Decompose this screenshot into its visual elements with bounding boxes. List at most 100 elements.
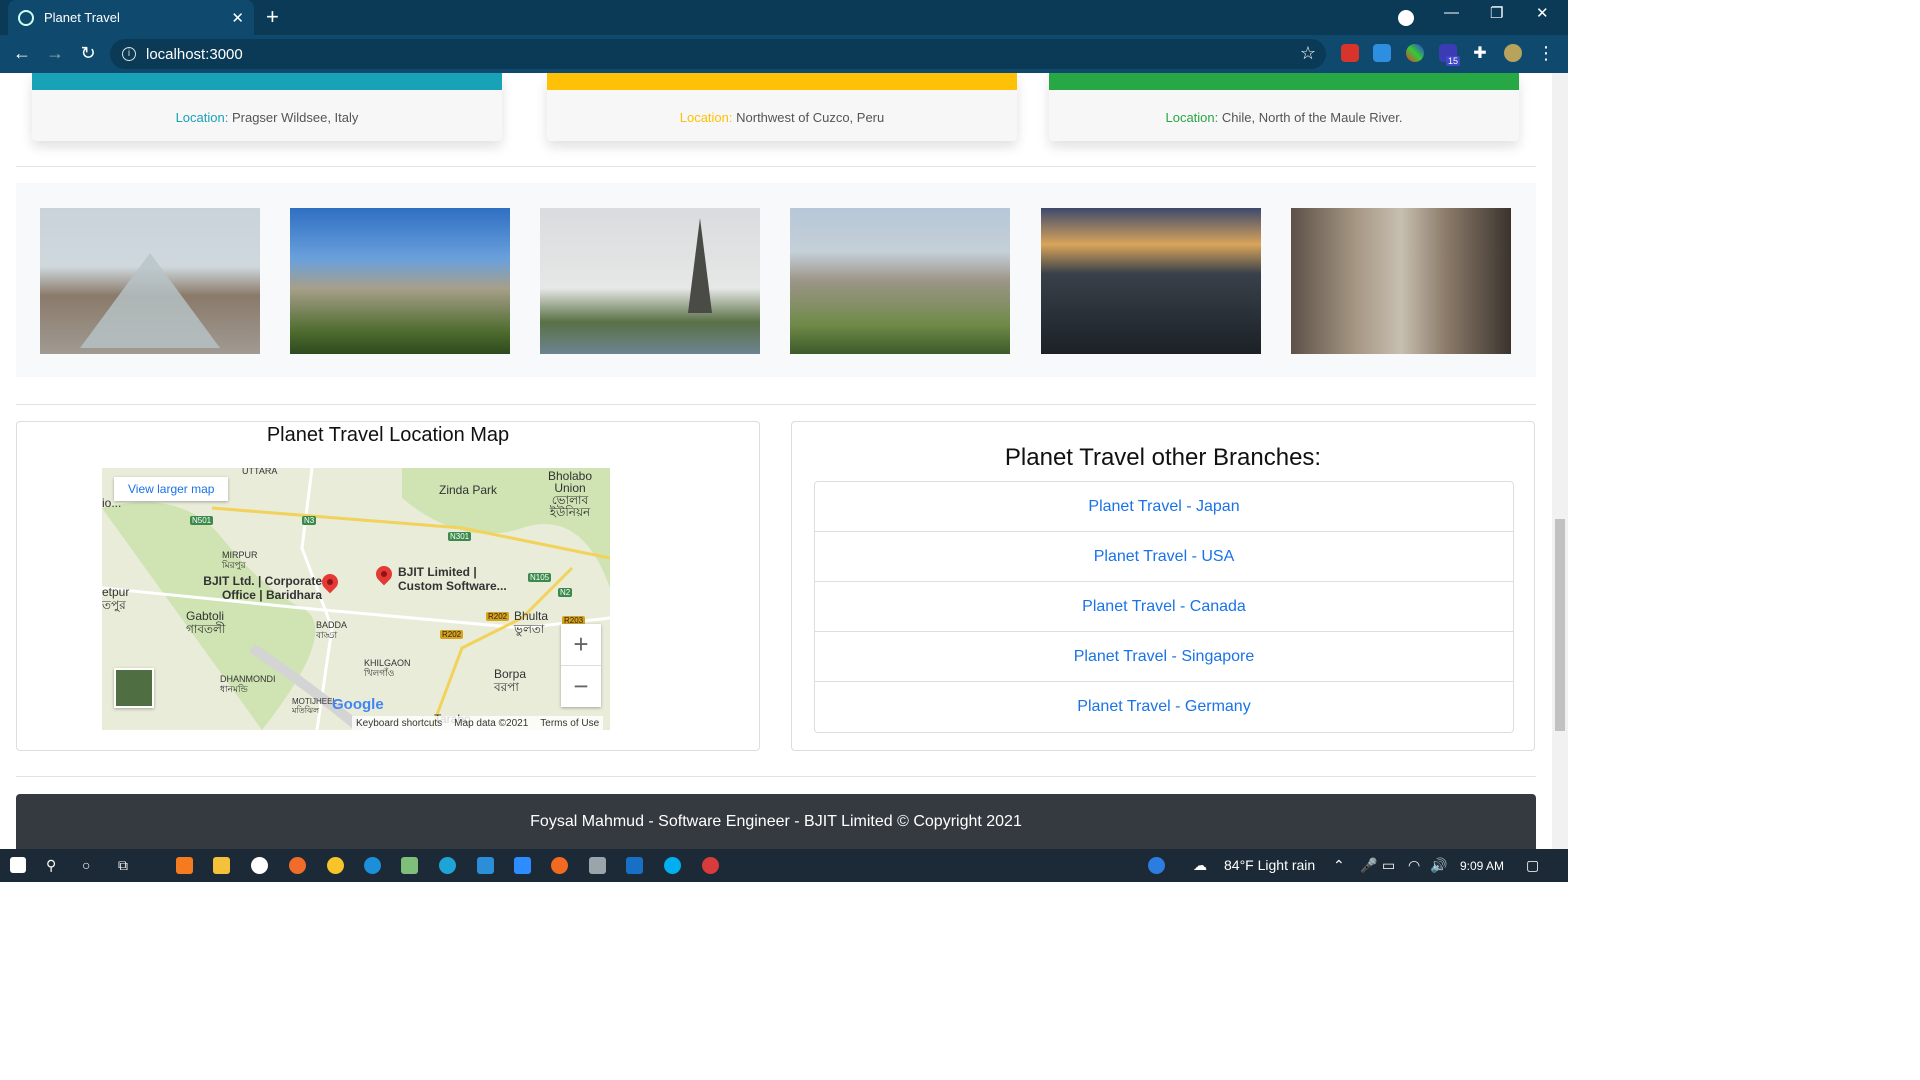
extension-1-icon[interactable] bbox=[1341, 44, 1359, 62]
notepad-icon[interactable] bbox=[401, 857, 418, 874]
calculator-icon[interactable] bbox=[589, 857, 606, 874]
pyramid-shape bbox=[80, 253, 220, 348]
location-card: Location: Pragser Wildsee, Italy bbox=[32, 73, 502, 141]
card-color-bar bbox=[1049, 73, 1519, 90]
browser-tab[interactable]: Planet Travel ✕ bbox=[8, 0, 254, 35]
divider bbox=[16, 166, 1536, 167]
outlook-icon[interactable] bbox=[626, 857, 643, 874]
branch-link[interactable]: Planet Travel - Germany bbox=[815, 682, 1513, 732]
vscode-icon[interactable] bbox=[477, 857, 494, 874]
tab-title: Planet Travel bbox=[44, 10, 120, 25]
edge-icon[interactable] bbox=[439, 857, 456, 874]
help-icon[interactable] bbox=[1148, 857, 1165, 874]
map-label: Zinda Park bbox=[439, 483, 498, 497]
reload-icon[interactable]: ↻ bbox=[77, 43, 99, 64]
branch-link[interactable]: Planet Travel - Japan bbox=[815, 482, 1513, 532]
notifications-icon[interactable]: ▢ bbox=[1526, 857, 1539, 874]
map-attribution: Keyboard shortcuts Map data ©2021 Terms … bbox=[352, 716, 604, 730]
notre-dame-photo[interactable] bbox=[290, 208, 510, 354]
volume-icon[interactable]: 🔊 bbox=[1430, 857, 1447, 874]
location-card: Location: Chile, North of the Maule Rive… bbox=[1049, 73, 1519, 141]
firefox-icon[interactable] bbox=[551, 857, 568, 874]
github-icon[interactable] bbox=[251, 857, 268, 874]
microphone-icon[interactable]: 🎤 bbox=[1360, 857, 1377, 874]
zoom-in-button[interactable]: + bbox=[561, 624, 601, 665]
page-scrollbar[interactable] bbox=[1552, 73, 1568, 849]
map-label: BJIT Limited | Custom Software... bbox=[398, 565, 507, 593]
page-footer: Foysal Mahmud - Software Engineer - BJIT… bbox=[16, 794, 1536, 849]
branch-link[interactable]: Planet Travel - USA bbox=[815, 532, 1513, 582]
road-badge: R202 bbox=[440, 630, 464, 639]
location-map[interactable]: View larger map UTTARA Zinda Park Bholab… bbox=[102, 468, 610, 730]
terms-of-use-link[interactable]: Terms of Use bbox=[540, 718, 599, 729]
zoom-control: + − bbox=[561, 624, 601, 707]
map-label: DHANMONDI ধানমন্ডি bbox=[220, 674, 276, 694]
back-icon[interactable]: ← bbox=[11, 43, 33, 64]
postman-icon[interactable] bbox=[289, 857, 306, 874]
map-label: Gabtoli গাবতলী bbox=[186, 609, 226, 636]
satellite-toggle[interactable] bbox=[114, 668, 154, 708]
profile-menu-icon[interactable] bbox=[1398, 10, 1414, 26]
weather-icon[interactable]: ☁ bbox=[1193, 857, 1207, 874]
chrome-icon[interactable] bbox=[327, 857, 344, 874]
battery-icon[interactable]: ▭ bbox=[1382, 857, 1395, 874]
extension-badge: 15 bbox=[1446, 56, 1461, 66]
branch-link[interactable]: Planet Travel - Singapore bbox=[815, 632, 1513, 682]
url-text: localhost:3000 bbox=[146, 45, 243, 63]
extensions-puzzle-icon[interactable]: ✚ bbox=[1469, 43, 1491, 63]
task-view-icon[interactable]: ⧉ bbox=[118, 857, 128, 874]
app2-icon[interactable] bbox=[702, 857, 719, 874]
zoom-icon[interactable] bbox=[514, 857, 531, 874]
card-color-bar bbox=[547, 73, 1017, 90]
minimize-button[interactable]: — bbox=[1444, 4, 1459, 21]
scrollbar-thumb[interactable] bbox=[1555, 519, 1565, 731]
card-color-bar bbox=[32, 73, 502, 90]
forward-icon[interactable]: → bbox=[44, 43, 66, 64]
xampp-icon[interactable] bbox=[176, 857, 193, 874]
weather-text[interactable]: 84°F Light rain bbox=[1224, 857, 1315, 873]
browser-menu-icon[interactable]: ⋮ bbox=[1535, 43, 1557, 64]
branches-list: Planet Travel - Japan Planet Travel - US… bbox=[814, 481, 1514, 733]
file-explorer-icon[interactable] bbox=[213, 857, 230, 874]
road-badge: N3 bbox=[302, 516, 317, 525]
browser-toolbar: ← → ↻ i localhost:3000 ☆ 15 ✚ ⋮ bbox=[0, 35, 1568, 73]
browser-tabbar: Planet Travel ✕ + — ❐ ✕ bbox=[0, 0, 1568, 35]
zoom-out-button[interactable]: − bbox=[561, 666, 601, 707]
eiffel-tower-photo[interactable] bbox=[540, 208, 760, 354]
maximize-button[interactable]: ❐ bbox=[1490, 4, 1503, 22]
windows-start-icon[interactable] bbox=[10, 857, 26, 873]
search-icon[interactable]: ⚲ bbox=[46, 857, 56, 874]
extension-3-icon[interactable] bbox=[1406, 44, 1424, 62]
city-night-photo[interactable] bbox=[1041, 208, 1261, 354]
paris-street-photo[interactable] bbox=[1291, 208, 1511, 354]
road-badge: N2 bbox=[558, 588, 573, 597]
app-icon[interactable] bbox=[364, 857, 381, 874]
branch-link[interactable]: Planet Travel - Canada bbox=[815, 582, 1513, 632]
location-text: Location: Northwest of Cuzco, Peru bbox=[547, 110, 1017, 125]
location-label: Location: bbox=[679, 110, 733, 125]
map-label: UTTARA bbox=[242, 468, 278, 476]
view-larger-map-link[interactable]: View larger map bbox=[114, 477, 229, 501]
user-avatar[interactable] bbox=[1504, 44, 1522, 62]
clock[interactable]: 9:09 AM bbox=[1460, 859, 1504, 873]
address-bar[interactable]: i localhost:3000 ☆ bbox=[110, 39, 1326, 69]
skype-icon[interactable] bbox=[664, 857, 681, 874]
paris-aerial-photo[interactable] bbox=[790, 208, 1010, 354]
close-window-button[interactable]: ✕ bbox=[1536, 4, 1549, 22]
louvre-photo[interactable] bbox=[40, 208, 260, 354]
location-card: Location: Northwest of Cuzco, Peru bbox=[547, 73, 1017, 141]
extension-2-icon[interactable] bbox=[1373, 44, 1391, 62]
map-label: Borpa বরপা bbox=[494, 667, 527, 694]
tower-shape bbox=[688, 218, 712, 313]
new-tab-button[interactable]: + bbox=[266, 6, 279, 28]
tab-close-icon[interactable]: ✕ bbox=[231, 9, 244, 27]
cortana-icon[interactable]: ○ bbox=[82, 857, 90, 873]
page-content: Location: Pragser Wildsee, Italy Locatio… bbox=[0, 73, 1552, 849]
tray-chevron-icon[interactable]: ⌃ bbox=[1333, 857, 1345, 874]
bookmark-star-icon[interactable]: ☆ bbox=[1300, 43, 1316, 64]
wifi-icon[interactable]: ◠ bbox=[1408, 857, 1420, 874]
location-text: Location: Chile, North of the Maule Rive… bbox=[1049, 110, 1519, 125]
location-value: Northwest of Cuzco, Peru bbox=[736, 110, 885, 125]
info-icon[interactable]: i bbox=[122, 47, 136, 61]
keyboard-shortcuts-link[interactable]: Keyboard shortcuts bbox=[356, 718, 442, 729]
